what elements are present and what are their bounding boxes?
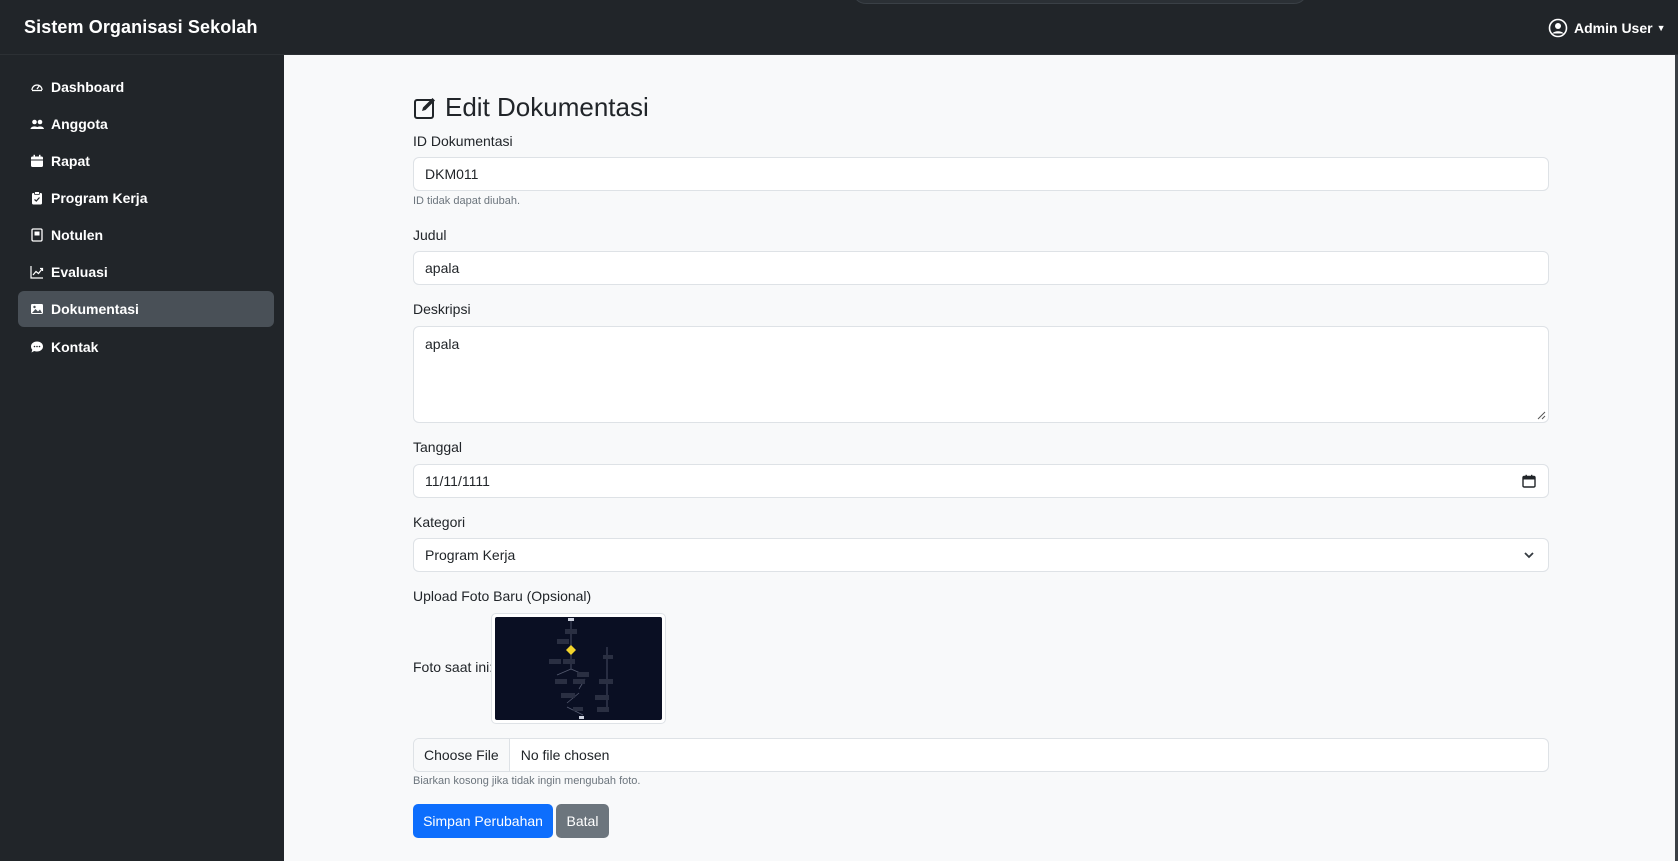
page-title-text: Edit Dokumentasi bbox=[445, 92, 649, 122]
sidebar-item-label: Anggota bbox=[51, 116, 108, 132]
clipboard-icon bbox=[30, 191, 44, 205]
caret-down-icon: ▼ bbox=[1656, 23, 1666, 33]
id-field[interactable]: DKM011 bbox=[413, 157, 1549, 191]
sidebar-item-label: Kontak bbox=[51, 339, 99, 355]
graph-up-icon bbox=[30, 265, 44, 279]
cancel-button[interactable]: Batal bbox=[556, 804, 609, 838]
deskripsi-textarea[interactable]: apala bbox=[413, 326, 1549, 423]
journal-icon bbox=[30, 228, 44, 242]
calendar-picker-icon[interactable] bbox=[1522, 474, 1536, 488]
image-icon bbox=[30, 302, 44, 316]
save-button[interactable]: Simpan Perubahan bbox=[413, 804, 553, 838]
tanggal-date-input[interactable]: 11/11/1111 bbox=[413, 464, 1549, 498]
file-status: No file chosen bbox=[520, 747, 610, 763]
user-circle-icon bbox=[1548, 18, 1568, 38]
kategori-label: Kategori bbox=[413, 514, 466, 530]
judul-label: Judul bbox=[413, 227, 447, 243]
judul-value: apala bbox=[425, 260, 460, 276]
kategori-value: Program Kerja bbox=[425, 547, 516, 563]
file-hint: Biarkan kosong jika tidak ingin mengubah… bbox=[413, 775, 641, 787]
people-icon bbox=[30, 117, 44, 131]
sidebar: Dashboard Anggota Rapat Program Kerja No… bbox=[0, 55, 284, 861]
sidebar-item-label: Dashboard bbox=[51, 79, 125, 95]
sidebar-item-label: Rapat bbox=[51, 153, 90, 169]
speedometer-icon bbox=[30, 80, 44, 94]
id-label: ID Dokumentasi bbox=[413, 133, 513, 149]
user-menu-dropdown[interactable]: Admin User ▼ bbox=[1548, 16, 1678, 40]
brand-title[interactable]: Sistem Organisasi Sekolah bbox=[24, 17, 258, 38]
top-navbar: Sistem Organisasi Sekolah Admin User ▼ bbox=[0, 0, 1678, 55]
chat-icon bbox=[30, 340, 44, 354]
id-value: DKM011 bbox=[425, 166, 479, 182]
sidebar-item-rapat[interactable]: Rapat bbox=[18, 143, 274, 179]
sidebar-item-kontak[interactable]: Kontak bbox=[18, 329, 274, 365]
edit-icon bbox=[414, 97, 435, 119]
user-name: Admin User bbox=[1574, 20, 1653, 36]
id-hint: ID tidak dapat diubah. bbox=[413, 195, 521, 207]
sidebar-item-program-kerja[interactable]: Program Kerja bbox=[18, 180, 274, 216]
sidebar-item-label: Program Kerja bbox=[51, 190, 148, 206]
chevron-down-icon bbox=[1522, 548, 1536, 562]
sidebar-item-dokumentasi[interactable]: Dokumentasi bbox=[18, 291, 274, 327]
tanggal-value: 11/11/1111 bbox=[425, 473, 490, 489]
deskripsi-value: apala bbox=[425, 336, 460, 352]
sidebar-item-dashboard[interactable]: Dashboard bbox=[18, 69, 274, 105]
page-title: Edit Dokumentasi bbox=[413, 92, 649, 123]
file-input[interactable]: Choose File No file chosen bbox=[413, 738, 1549, 772]
sidebar-item-label: Notulen bbox=[51, 227, 104, 243]
sidebar-item-notulen[interactable]: Notulen bbox=[18, 217, 274, 253]
sidebar-item-anggota[interactable]: Anggota bbox=[18, 106, 274, 142]
upload-label: Upload Foto Baru (Opsional) bbox=[413, 588, 592, 604]
resize-handle-icon[interactable] bbox=[1536, 410, 1546, 420]
kategori-select[interactable]: Program Kerja bbox=[413, 538, 1549, 572]
sidebar-item-label: Evaluasi bbox=[51, 264, 108, 280]
deskripsi-label: Deskripsi bbox=[413, 301, 471, 317]
sidebar-item-label: Dokumentasi bbox=[51, 301, 139, 317]
tanggal-label: Tanggal bbox=[413, 439, 463, 455]
window-notch bbox=[852, 0, 1308, 4]
choose-file-button[interactable]: Choose File bbox=[414, 739, 510, 771]
sidebar-item-evaluasi[interactable]: Evaluasi bbox=[18, 254, 274, 290]
current-photo-thumbnail bbox=[491, 613, 666, 724]
calendar-icon bbox=[30, 154, 44, 168]
current-photo-label: Foto saat ini: bbox=[413, 659, 494, 675]
judul-field[interactable]: apala bbox=[413, 251, 1549, 285]
